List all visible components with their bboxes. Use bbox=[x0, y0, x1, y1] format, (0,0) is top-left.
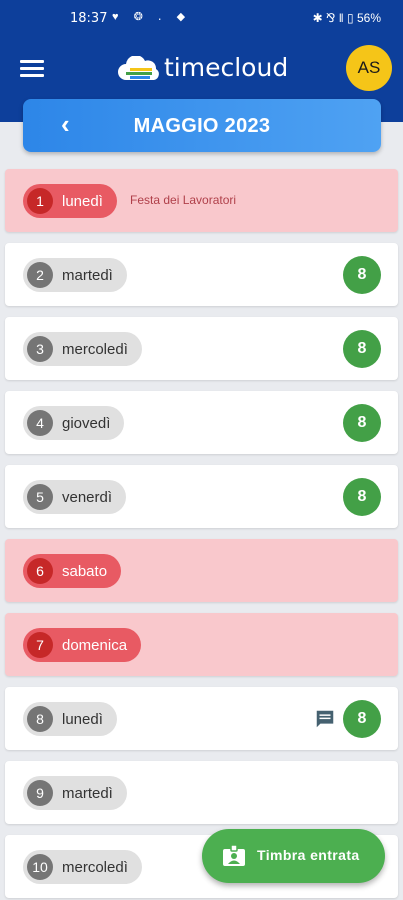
day-number: 9 bbox=[27, 780, 53, 806]
day-number: 2 bbox=[27, 262, 53, 288]
badge-icon bbox=[222, 844, 246, 872]
weekday-label: mercoledì bbox=[62, 340, 128, 358]
day-row[interactable]: 5 venerdì 8 bbox=[5, 465, 398, 528]
weekday-label: domenica bbox=[62, 636, 128, 654]
hours-badge: 8 bbox=[343, 478, 381, 516]
day-number: 5 bbox=[27, 484, 53, 510]
day-row[interactable]: 8 lunedì 8 bbox=[5, 687, 398, 750]
hours-badge: 8 bbox=[343, 700, 381, 738]
status-bar: 18:37 ♥ ❂ ․ ◆ ✱ ⅋ ‖ ▯ 56% bbox=[0, 0, 403, 36]
clock-in-label: Timbra entrata bbox=[257, 847, 360, 863]
holiday-name: Festa dei Lavoratori bbox=[130, 193, 237, 207]
cloud-logo-icon bbox=[118, 56, 159, 80]
day-number: 6 bbox=[27, 558, 53, 584]
day-row[interactable]: 4 giovedì 8 bbox=[5, 391, 398, 454]
day-chip: 3 mercoledì bbox=[23, 332, 142, 366]
day-chip: 7 domenica bbox=[23, 628, 142, 662]
day-chip: 2 martedì bbox=[23, 258, 127, 292]
weekday-label: giovedì bbox=[62, 414, 111, 432]
day-chip: 1 lunedì bbox=[23, 184, 117, 218]
day-chip: 5 venerdì bbox=[23, 480, 127, 514]
hours-badge: 8 bbox=[343, 404, 381, 442]
day-row[interactable]: 3 mercoledì 8 bbox=[5, 317, 398, 380]
day-number: 7 bbox=[27, 632, 53, 658]
month-selector: ‹ MAGGIO 2023 bbox=[23, 99, 381, 152]
day-number: 1 bbox=[27, 188, 53, 214]
comment-icon[interactable] bbox=[314, 708, 336, 735]
status-system-icons: ✱ ⅋ ‖ ▯ 56% bbox=[312, 11, 381, 25]
day-chip: 4 giovedì bbox=[23, 406, 125, 440]
month-title: MAGGIO 2023 bbox=[133, 115, 271, 137]
day-number: 10 bbox=[27, 854, 53, 880]
clock-in-button[interactable]: Timbra entrata bbox=[202, 829, 385, 883]
hours-badge: 8 bbox=[343, 256, 381, 294]
app-name: timecloud bbox=[164, 53, 289, 82]
weekday-label: venerdì bbox=[62, 488, 113, 506]
hours-badge: 8 bbox=[343, 330, 381, 368]
day-number: 4 bbox=[27, 410, 53, 436]
day-row[interactable]: 6 sabato bbox=[5, 539, 398, 602]
day-row[interactable]: 1 lunedì Festa dei Lavoratori bbox=[5, 169, 398, 232]
day-chip: 9 martedì bbox=[23, 776, 127, 810]
day-row[interactable]: 9 martedì bbox=[5, 761, 398, 824]
day-row[interactable]: 2 martedì 8 bbox=[5, 243, 398, 306]
weekday-label: sabato bbox=[62, 562, 108, 580]
weekday-label: lunedì bbox=[62, 192, 103, 210]
menu-icon[interactable] bbox=[20, 60, 44, 78]
weekday-label: martedì bbox=[62, 784, 113, 802]
avatar[interactable]: AS bbox=[346, 45, 392, 91]
day-row[interactable]: 7 domenica bbox=[5, 613, 398, 676]
status-time: 18:37 bbox=[70, 11, 108, 26]
day-number: 3 bbox=[27, 336, 53, 362]
day-chip: 8 lunedì bbox=[23, 702, 117, 736]
day-chip: 6 sabato bbox=[23, 554, 122, 588]
status-notification-icons: ♥ ❂ ․ ◆ bbox=[112, 11, 192, 23]
day-number: 8 bbox=[27, 706, 53, 732]
day-chip: 10 mercoledì bbox=[23, 850, 142, 884]
weekday-label: martedì bbox=[62, 266, 113, 284]
weekday-label: lunedì bbox=[62, 710, 103, 728]
weekday-label: mercoledì bbox=[62, 858, 128, 876]
